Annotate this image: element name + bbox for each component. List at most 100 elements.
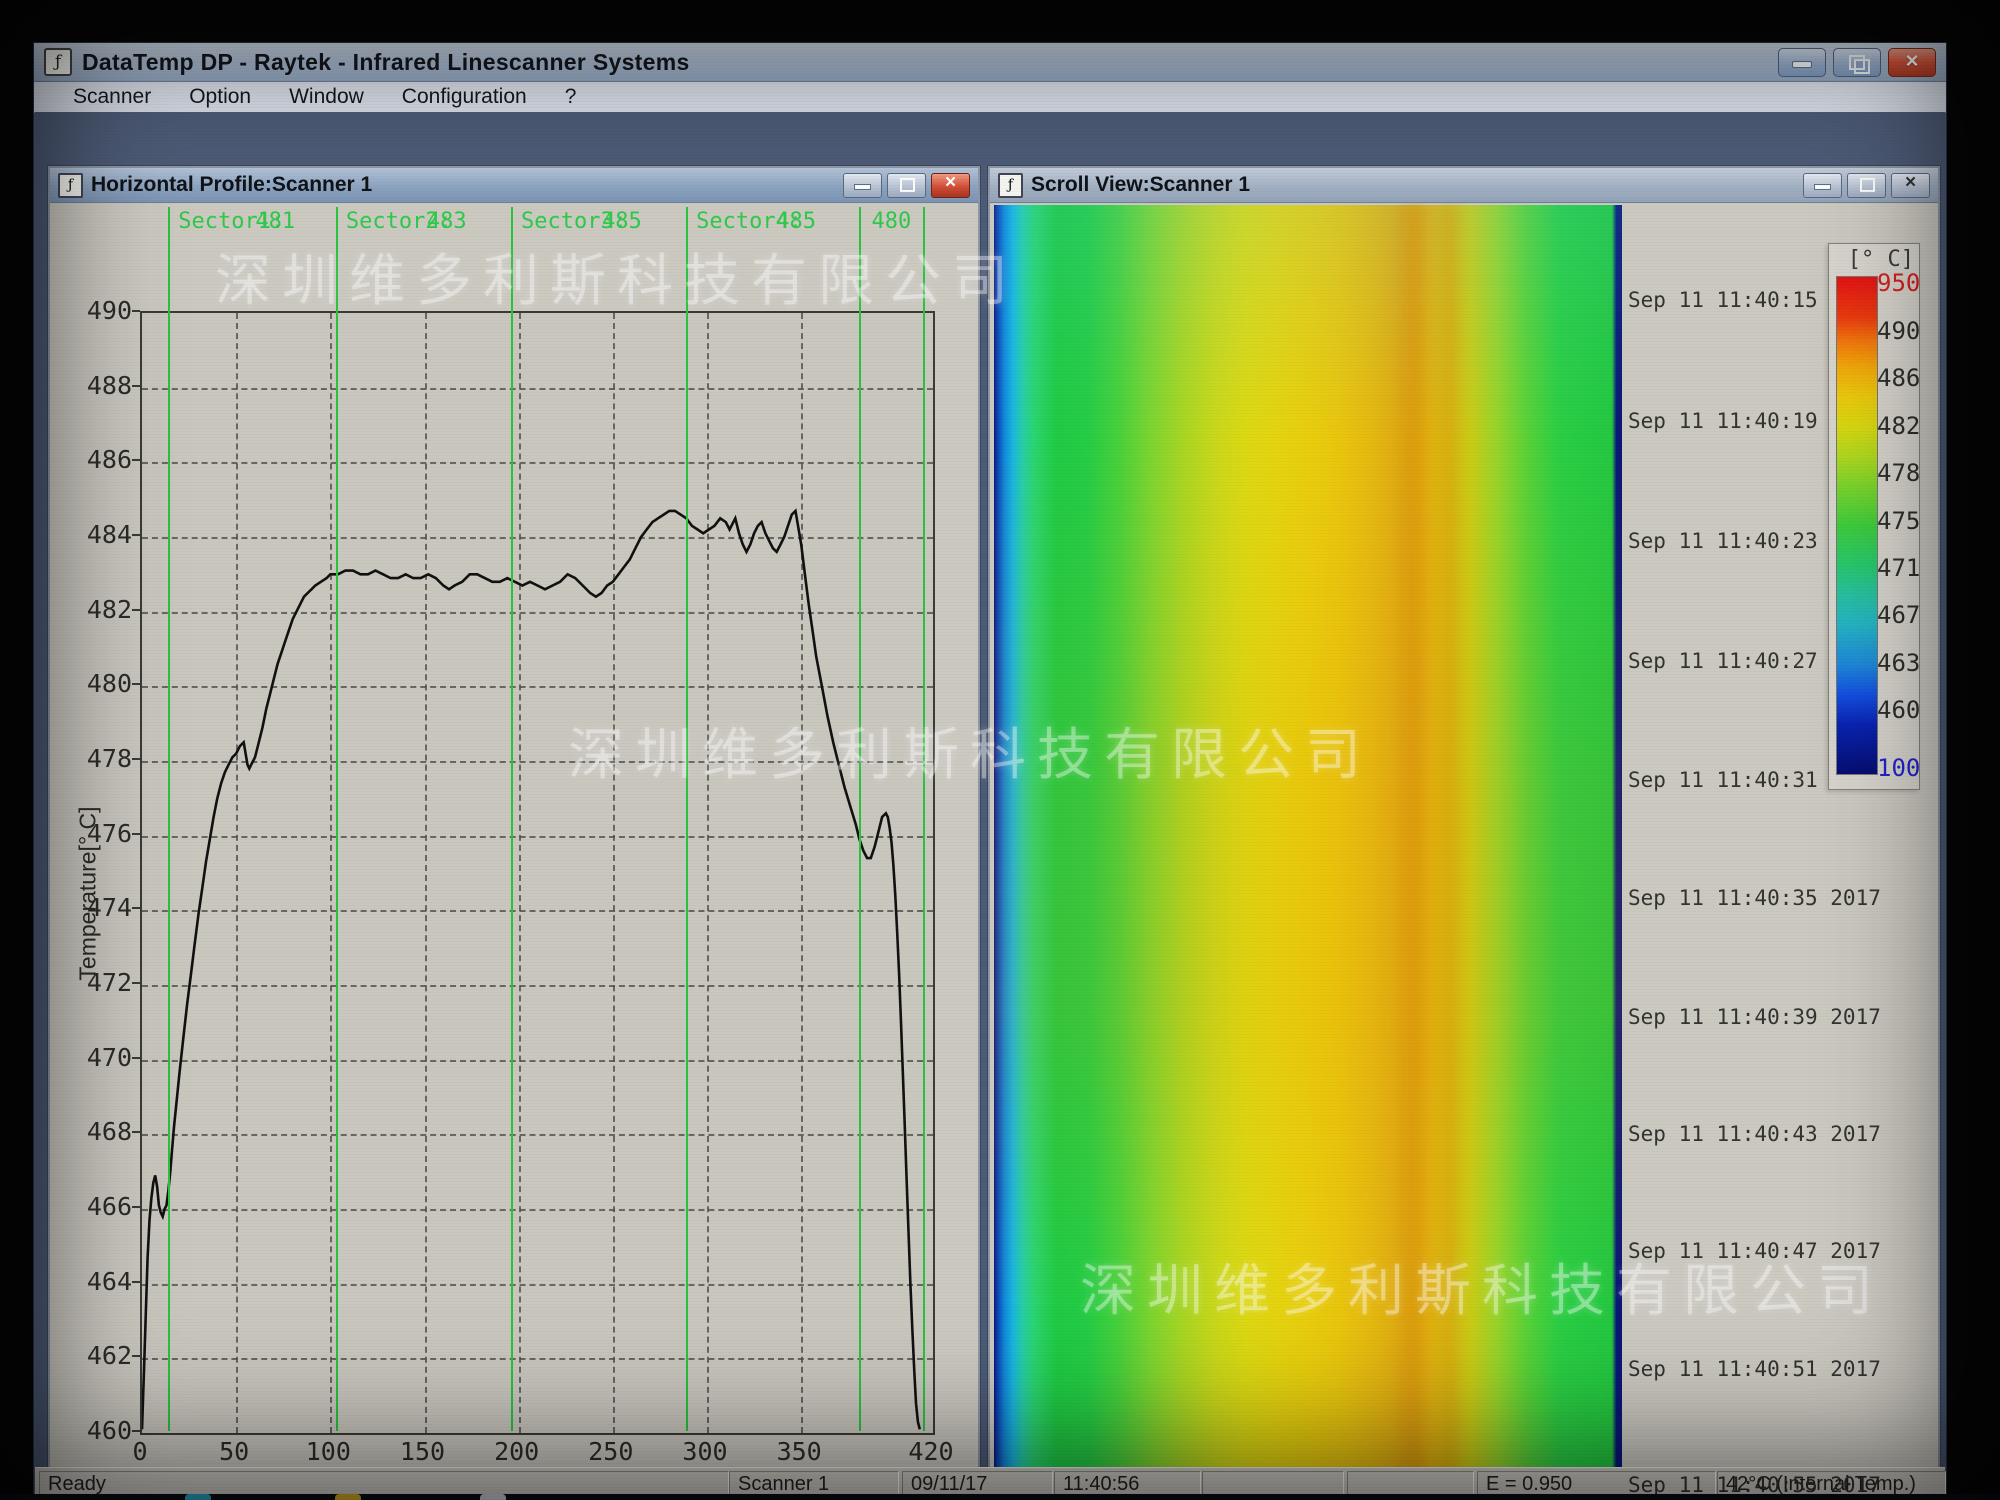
- scale-tick-label: 471: [1877, 554, 1915, 582]
- y-tick-mark: [132, 609, 140, 611]
- y-tick-mark: [132, 1057, 140, 1059]
- menu-item-option[interactable]: Option: [170, 85, 270, 109]
- sector-boundary-line: [859, 207, 861, 1431]
- y-tick-mark: [132, 1430, 140, 1432]
- y-tick-mark: [132, 1206, 140, 1208]
- scale-tick-label: 490: [1877, 317, 1915, 345]
- sector-boundary-line: [511, 207, 513, 1431]
- x-tick-label: 350: [777, 1437, 822, 1466]
- y-tick-mark: [132, 1131, 140, 1133]
- x-tick-label: 150: [400, 1437, 445, 1466]
- y-tick-mark: [132, 982, 140, 984]
- sector-value-cell: Sector4:485: [686, 206, 859, 236]
- profile-window: ƒ Horizontal Profile:Scanner 1 × Tempera…: [48, 166, 980, 1500]
- sector-value: 485: [776, 209, 816, 234]
- sector-extra-value: 480: [872, 209, 912, 234]
- y-tick-label: 472: [58, 968, 132, 997]
- y-tick-label: 484: [58, 520, 132, 549]
- sector-boundary-line: [686, 207, 688, 1431]
- sector-value: 485: [602, 209, 642, 234]
- app-icon: ƒ: [44, 48, 72, 76]
- sector-value-cell: Sector1:481: [168, 206, 336, 236]
- y-tick-mark: [132, 1281, 140, 1283]
- monitor-photo: ƒ DataTemp DP - Raytek - Infrared Linesc…: [0, 0, 2000, 1500]
- x-tick-label: 420: [908, 1437, 953, 1466]
- scale-tick-label: 486: [1877, 364, 1915, 392]
- color-scale: [° C] 950490486482478475471467463460100: [1828, 243, 1920, 790]
- profile-plot: [140, 311, 935, 1435]
- scale-unit-label: [° C]: [1848, 247, 1914, 272]
- scrollview-titlebar: ƒ Scroll View:Scanner 1 ×: [990, 168, 1938, 203]
- scale-min-label: 100: [1877, 754, 1915, 782]
- x-tick-label: 50: [219, 1437, 249, 1466]
- mdi-area: ƒ Horizontal Profile:Scanner 1 × Tempera…: [35, 112, 1945, 1468]
- scrollview-window-title: Scroll View:Scanner 1: [1031, 173, 1250, 197]
- y-tick-mark: [132, 534, 140, 536]
- y-tick-label: 474: [58, 893, 132, 922]
- y-tick-label: 466: [58, 1192, 132, 1221]
- profile-maximize-button[interactable]: [887, 173, 926, 198]
- y-tick-label: 478: [58, 744, 132, 773]
- y-tick-mark: [132, 310, 140, 312]
- menu-bar: ScannerOptionWindowConfiguration?: [34, 82, 1946, 113]
- x-tick-label: 250: [588, 1437, 633, 1466]
- sector-boundary-line: [336, 207, 338, 1431]
- menu-item-configuration[interactable]: Configuration: [383, 85, 546, 109]
- scrollview-content: Sep 11 11:40:15 2017Sep 11 11:40:19 2017…: [990, 203, 1938, 1500]
- x-tick-label: 300: [682, 1437, 727, 1466]
- x-tick-label: 100: [306, 1437, 351, 1466]
- sector-value-cell: Sector2:483: [336, 206, 511, 236]
- profile-minimize-button[interactable]: [843, 173, 882, 198]
- y-tick-label: 464: [58, 1267, 132, 1296]
- sector-boundary-line: [923, 207, 925, 1431]
- y-tick-mark: [132, 833, 140, 835]
- profile-titlebar: ƒ Horizontal Profile:Scanner 1 ×: [50, 168, 978, 203]
- scrollview-restore-button[interactable]: [1847, 173, 1886, 198]
- main-window: ƒ DataTemp DP - Raytek - Infrared Linesc…: [33, 42, 1947, 1500]
- scale-max-label: 950: [1877, 269, 1915, 297]
- scrollview-window-icon: ƒ: [998, 173, 1023, 198]
- menu-item-?[interactable]: ?: [546, 85, 596, 109]
- timestamp-item: Sep 11 11:40:51 2017: [1628, 1357, 1881, 1381]
- scrollview-minimize-button[interactable]: [1803, 173, 1842, 198]
- timestamp-item: Sep 11 11:40:35 2017: [1628, 886, 1881, 910]
- menu-item-window[interactable]: Window: [270, 85, 383, 109]
- y-tick-label: 490: [58, 296, 132, 325]
- y-tick-label: 462: [58, 1341, 132, 1370]
- y-tick-mark: [132, 758, 140, 760]
- y-tick-label: 480: [58, 669, 132, 698]
- scale-gradient-bar: [1836, 276, 1878, 775]
- main-titlebar: ƒ DataTemp DP - Raytek - Infrared Linesc…: [34, 43, 1946, 82]
- sector-value: 483: [427, 209, 467, 234]
- y-tick-mark: [132, 385, 140, 387]
- menu-item-scanner[interactable]: Scanner: [54, 85, 170, 109]
- y-tick-mark: [132, 683, 140, 685]
- sector-header-row: Sector1:481Sector2:483Sector3:485Sector4…: [168, 206, 923, 236]
- sector-boundary-line: [168, 207, 170, 1431]
- y-tick-label: 460: [58, 1416, 132, 1445]
- restore-button[interactable]: [1833, 48, 1881, 77]
- thermal-image: [994, 205, 1622, 1500]
- y-tick-label: 468: [58, 1117, 132, 1146]
- timestamp-item: Sep 11 11:40:47 2017: [1628, 1239, 1881, 1263]
- scale-tick-label: 475: [1877, 507, 1915, 535]
- y-tick-mark: [132, 1355, 140, 1357]
- scale-tick-label: 478: [1877, 459, 1915, 487]
- sector-value-cell: 480: [859, 206, 923, 236]
- y-tick-label: 486: [58, 445, 132, 474]
- close-button[interactable]: ×: [1888, 48, 1936, 77]
- scale-tick-label: 460: [1877, 696, 1915, 724]
- y-tick-label: 470: [58, 1043, 132, 1072]
- y-tick-label: 488: [58, 371, 132, 400]
- minimize-button[interactable]: [1778, 48, 1826, 77]
- scale-tick-label: 482: [1877, 412, 1915, 440]
- timestamp-item: Sep 11 11:40:39 2017: [1628, 1005, 1881, 1029]
- sector-value: 481: [255, 209, 295, 234]
- y-tick-mark: [132, 459, 140, 461]
- y-tick-mark: [132, 907, 140, 909]
- profile-close-button[interactable]: ×: [931, 173, 970, 198]
- x-tick-label: 0: [132, 1437, 147, 1466]
- scrollview-window: ƒ Scroll View:Scanner 1 × Sep 11 11:40:1…: [988, 166, 1940, 1500]
- taskbar-sliver: [0, 1494, 2000, 1500]
- scrollview-close-button[interactable]: ×: [1891, 173, 1930, 198]
